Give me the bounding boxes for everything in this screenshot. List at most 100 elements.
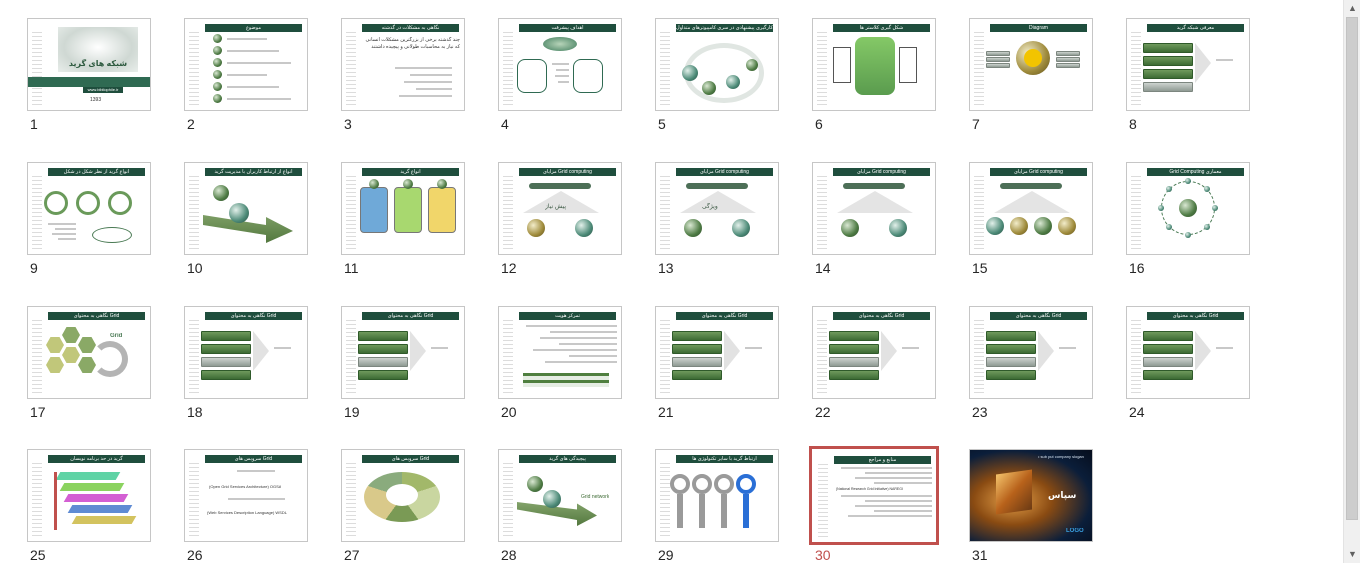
slide-thumbnail-frame[interactable]: انواع گرید xyxy=(341,162,465,255)
diagram-panel xyxy=(360,187,388,233)
slide-text-lines xyxy=(503,317,513,395)
diagram-layer xyxy=(71,516,137,524)
slide-thumbnail-frame[interactable]: اهداف پیشرفت xyxy=(498,18,622,111)
slide-thumbnail-frame[interactable]: Grid Computing معماری xyxy=(1126,162,1250,255)
scroll-up-arrow-icon[interactable]: ▲ xyxy=(1344,0,1360,17)
diagram-step xyxy=(986,344,1036,354)
scrollbar-thumb[interactable] xyxy=(1346,17,1358,520)
bullet-icon xyxy=(213,70,222,79)
slide-thumbnail-frame[interactable]: منابع و مراجع (National Research Grid Ini… xyxy=(809,446,939,545)
slide-thumbnail-frame[interactable]: مزایای Grid computing xyxy=(969,162,1093,255)
slide-thumbnail-frame[interactable]: سرویس های Grid (Open Grid Services Archit… xyxy=(184,449,308,542)
diagram-ball xyxy=(229,203,249,223)
scroll-down-arrow-icon[interactable]: ▼ xyxy=(1344,546,1360,563)
slide-thumbnail-frame[interactable]: گرید در حد برنامه نویسان xyxy=(27,449,151,542)
slide-thumbnail-frame[interactable]: به‌کارگیری پیشنهادی در سری کامپیوترهای م… xyxy=(655,18,779,111)
diagram-panel xyxy=(394,187,422,233)
slide-thumbnail-frame[interactable]: نگاهی به محتوای Grid xyxy=(1126,306,1250,399)
diagram-triangle xyxy=(994,191,1070,213)
diagram-node xyxy=(1185,178,1191,184)
slide-thumbnail-frame[interactable]: انواع از ارتباط کاربران با مدیریت گرید xyxy=(184,162,308,255)
diagram-box xyxy=(517,59,547,93)
diagram-step xyxy=(1143,331,1193,341)
slide-thumbnail-frame[interactable]: نگاهی به محتوای Grid xyxy=(655,306,779,399)
bullet-icon xyxy=(213,34,222,43)
slide-body: Grid network xyxy=(581,494,610,500)
slide-thumbnail-frame[interactable]: نگاهی به محتوای Grid xyxy=(341,306,465,399)
text-line xyxy=(227,98,291,100)
slide-body: (Open Grid Services Architecture) OGSA xyxy=(209,484,282,489)
slide-thumbnail-frame[interactable]: نگاهی به مشکلات در گذشته چند گذشته برخی ا… xyxy=(341,18,465,111)
diagram-step xyxy=(201,357,251,367)
slide-text-lines xyxy=(32,460,42,538)
slide-thumbnail-frame[interactable]: پیچیدگی های گرید Grid network xyxy=(498,449,622,542)
diagram-bar xyxy=(1056,51,1080,56)
diagram-arrow xyxy=(724,331,740,371)
slide-thumbnail-frame[interactable]: انواع گرید از نظر شکل در شکل xyxy=(27,162,151,255)
slide-number: 24 xyxy=(1129,404,1145,420)
diagram-step xyxy=(829,331,879,341)
slide-text-lines xyxy=(503,460,513,538)
slide-thumbnail-frame[interactable]: شکل گیری کلاستر ها xyxy=(812,18,936,111)
slide-body-2: (Web Services Description Language) WSDL xyxy=(207,510,287,515)
diagram-step xyxy=(986,370,1036,380)
diagram-panel xyxy=(428,187,456,233)
slide-thumbnail-frame[interactable]: مزایای Grid computing xyxy=(812,162,936,255)
diagram-step xyxy=(1143,370,1193,380)
diagram-key xyxy=(714,474,734,494)
text-line xyxy=(840,467,932,469)
text-line xyxy=(559,343,617,345)
slide-thumbnail-frame[interactable]: تمرکز هویت xyxy=(498,306,622,399)
slide-sorter-view[interactable]: شبکه های گرید www.bibliophile.ir 1393 1 موضو… xyxy=(0,0,1343,563)
slide-thumbnail-frame[interactable]: نگاهی به محتوای Grid Grid xyxy=(27,306,151,399)
slide-title-bar: گرید در حد برنامه نویسان xyxy=(48,455,145,463)
slide-preview: مزایای Grid computing xyxy=(813,163,935,254)
vertical-scrollbar[interactable]: ▲ ▼ xyxy=(1343,0,1360,563)
slide-text-lines xyxy=(32,29,42,107)
slide-thumbnail-frame[interactable]: Diagram xyxy=(969,18,1093,111)
text-line xyxy=(874,510,932,512)
slide-number: 6 xyxy=(815,116,823,132)
slide-number: 25 xyxy=(30,547,46,563)
diagram-step xyxy=(986,357,1036,367)
slide-thumbnail-frame[interactable]: سرویس های Grid xyxy=(341,449,465,542)
slide-title-bar: پیچیدگی های گرید xyxy=(519,455,616,463)
slide-thumbnail-frame[interactable]: شبکه های گرید www.bibliophile.ir 1393 xyxy=(27,18,151,111)
slide-thumbnail-frame[interactable]: نگاهی به محتوای Grid xyxy=(969,306,1093,399)
slide-title-bar: نگاهی به محتوای Grid xyxy=(990,312,1087,320)
diagram-step xyxy=(1143,56,1193,66)
diagram-ball xyxy=(1058,217,1076,235)
diagram-ball xyxy=(543,490,561,508)
diagram-ring xyxy=(108,191,132,215)
slide-text-lines xyxy=(817,29,827,107)
text-line xyxy=(416,88,452,90)
slide-preview: شکل گیری کلاستر ها xyxy=(813,19,935,110)
diagram-triangle xyxy=(680,191,756,213)
slide-text-lines xyxy=(817,173,827,251)
slide-subtitle: www.bibliophile.ir xyxy=(83,87,123,93)
slide-number: 18 xyxy=(187,404,203,420)
slide-thumbnail-frame[interactable]: ارتباط گرید با سایر تکنولوژی ها xyxy=(655,449,779,542)
slide-title-bar: مزایای Grid computing xyxy=(676,168,773,176)
slide-thumbnail-frame[interactable]: مزایای Grid computing ویژگی xyxy=(655,162,779,255)
text-line xyxy=(237,470,275,472)
diagram-hex xyxy=(46,357,64,373)
slide-thumbnail-frame[interactable]: نگاهی به محتوای Grid xyxy=(812,306,936,399)
slide-preview: نگاهی به محتوای Grid xyxy=(342,307,464,398)
slide-text-lines xyxy=(189,173,199,251)
slide-thumbnail-frame[interactable]: مزایای Grid computing پیش نیاز xyxy=(498,162,622,255)
text-line xyxy=(47,223,76,225)
slide-thumbnail-frame[interactable]: • sub put company slogan سپاس LOGO xyxy=(969,449,1093,542)
slide-title-bar: Grid Computing معماری xyxy=(1147,168,1244,176)
slide-number: 17 xyxy=(30,404,46,420)
text-line xyxy=(395,67,452,69)
diagram-step xyxy=(672,370,722,380)
slide-thumbnail-frame[interactable]: نگاهی به محتوای Grid xyxy=(184,306,308,399)
slide-thumbnail-frame[interactable]: موضوع xyxy=(184,18,308,111)
diagram-node xyxy=(1165,185,1172,192)
slide-preview: مزایای Grid computing پیش نیاز xyxy=(499,163,621,254)
text-line xyxy=(58,238,76,240)
slide-thumbnail-frame[interactable]: معرفی شبکه گرید xyxy=(1126,18,1250,111)
diagram-ball xyxy=(889,219,907,237)
slide-preview: اهداف پیشرفت xyxy=(499,19,621,110)
